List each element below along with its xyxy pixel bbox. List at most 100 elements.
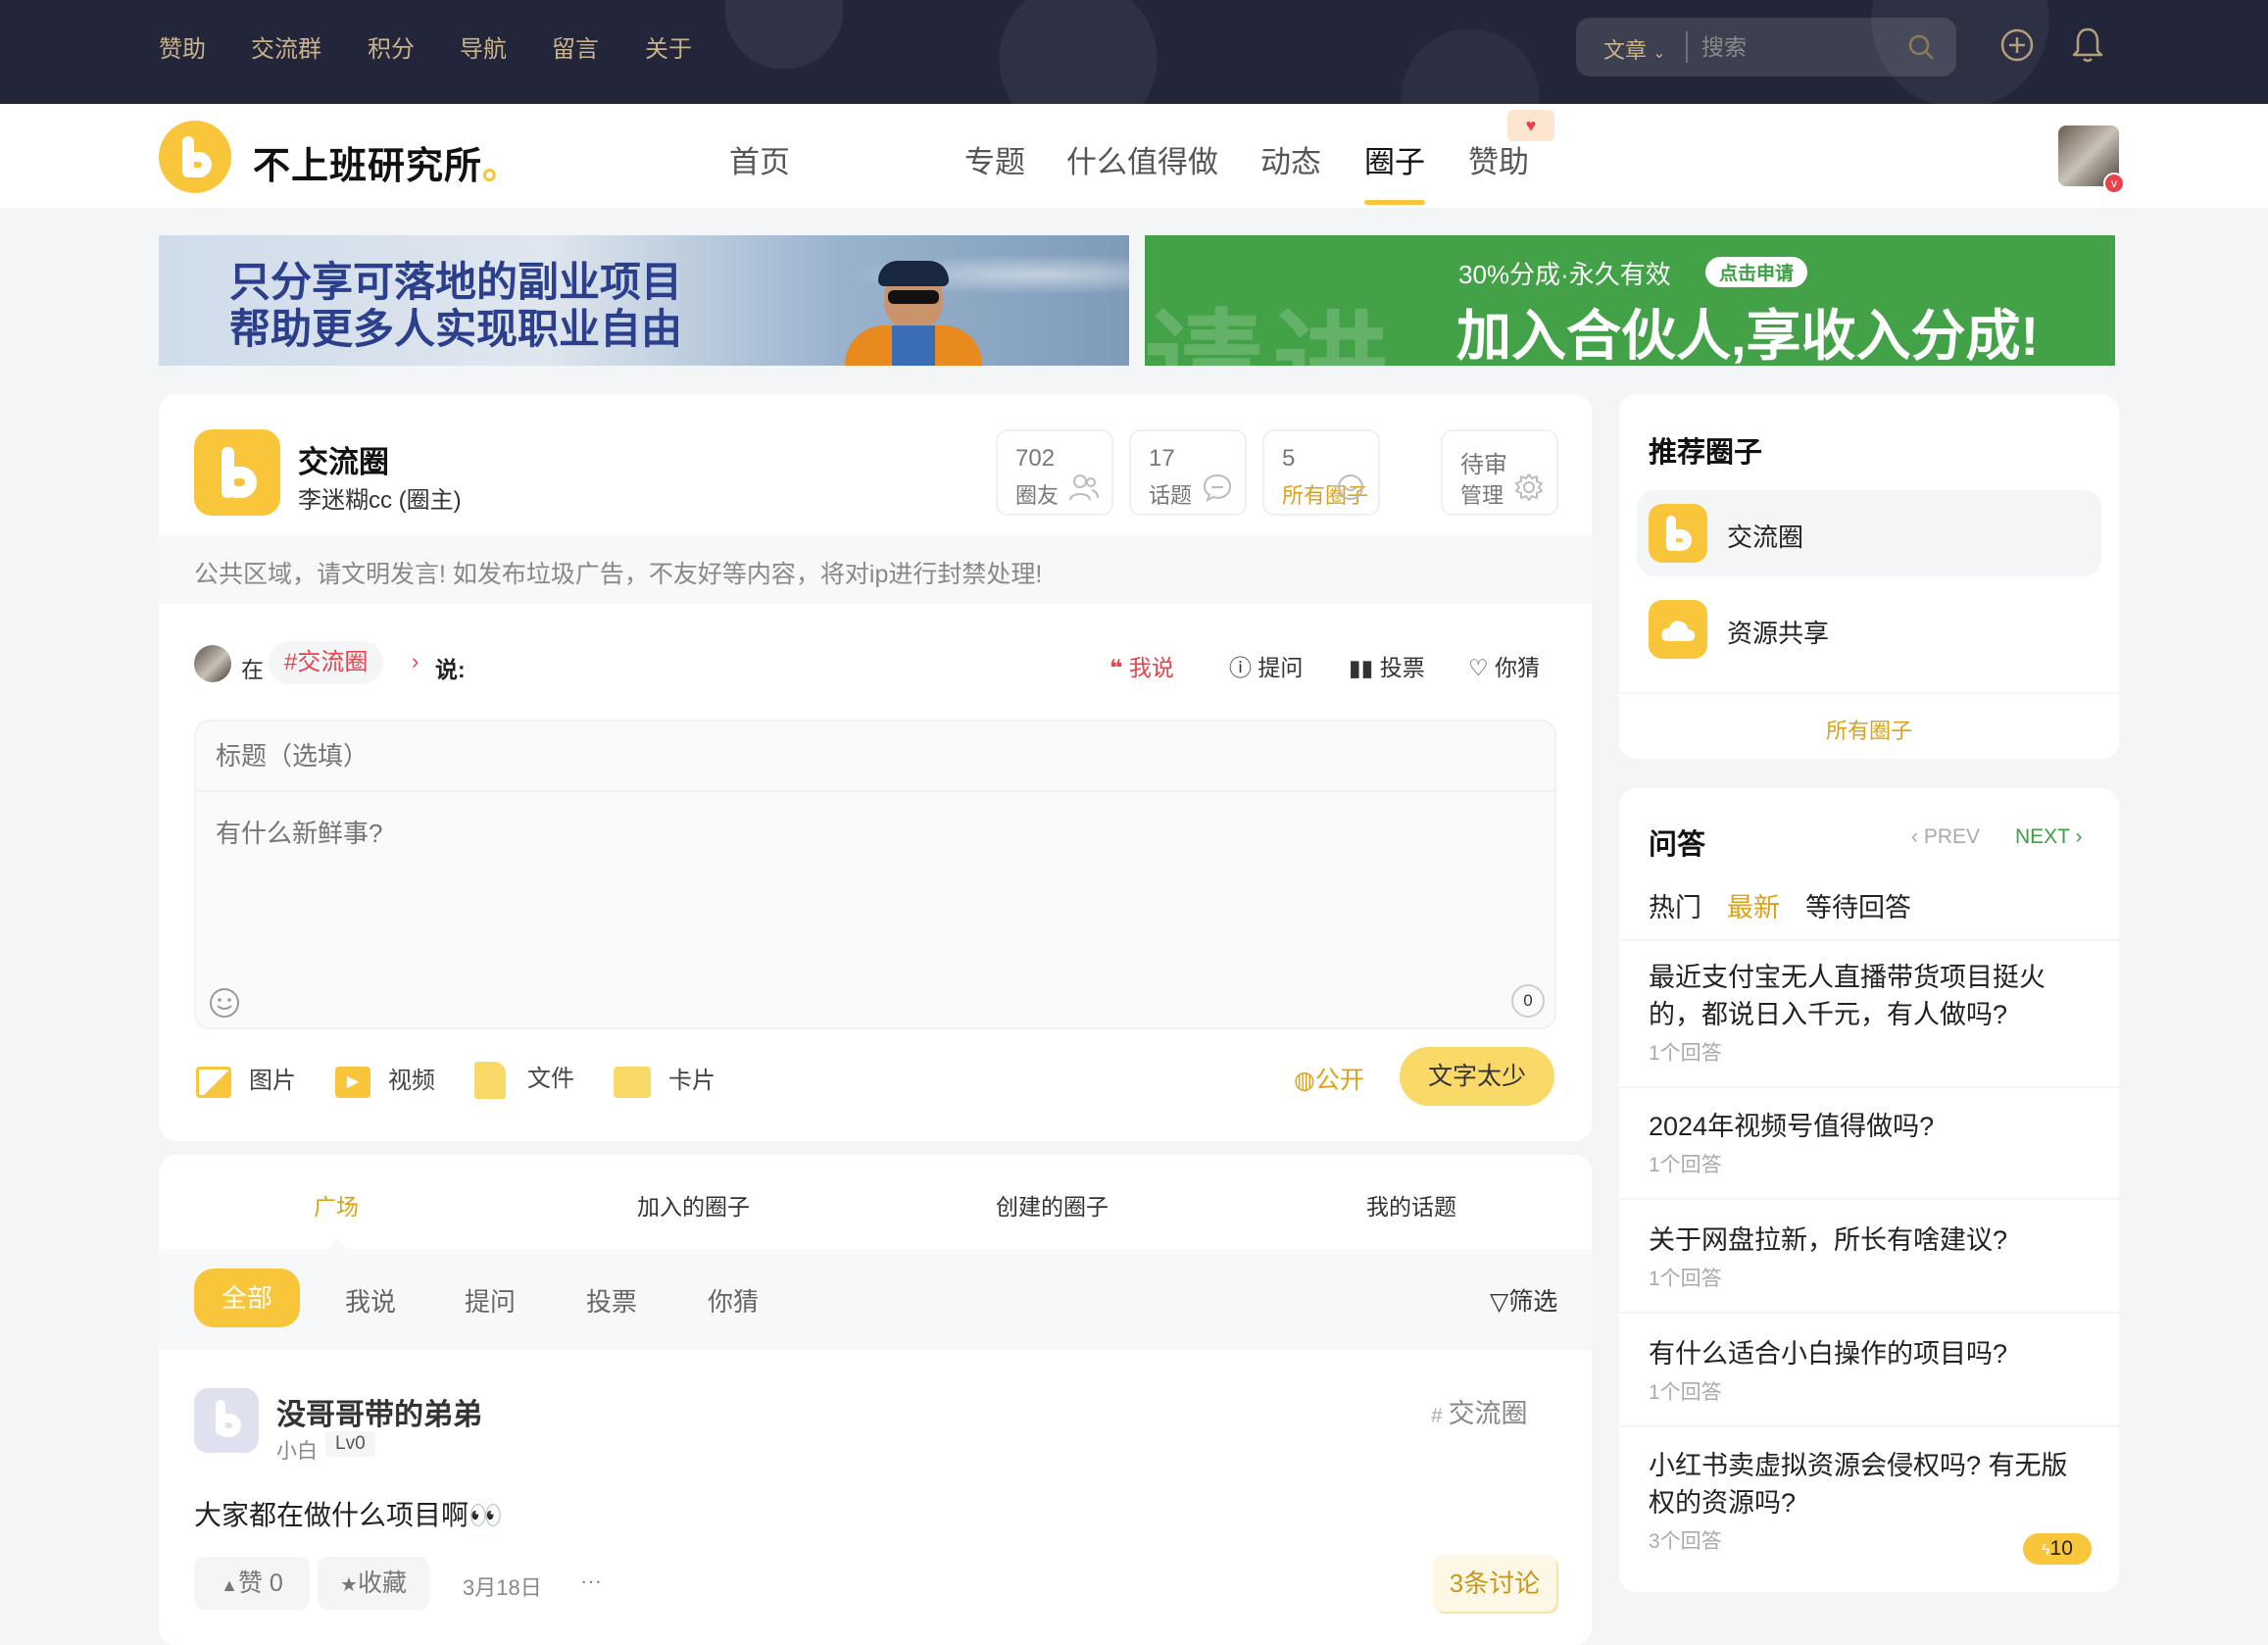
attach-video[interactable]: ▶ 视频 — [335, 1061, 435, 1098]
stat-all-circles[interactable]: 5 所有圈子 — [1262, 429, 1380, 516]
qa-item-2[interactable]: 2024年视频号值得做吗? 1个回答 — [1649, 1108, 2090, 1178]
logo-mark[interactable] — [159, 121, 231, 193]
lightning-icon: ϟ — [2042, 1542, 2050, 1559]
post-author-level: Lv0 — [325, 1431, 375, 1457]
qa-item-5[interactable]: 小红书卖虚拟资源会侵权吗? 有无版权的资源吗? 3个回答 — [1649, 1447, 2090, 1555]
bell-icon[interactable] — [2070, 25, 2105, 65]
post-author-name[interactable]: 没哥哥带的弟弟 — [276, 1390, 482, 1433]
filter-icon: ▽ — [1490, 1288, 1509, 1316]
post-author-avatar[interactable] — [194, 1388, 259, 1453]
composer-suffix: 说: — [435, 657, 466, 682]
nav-topics[interactable]: 专题 — [964, 137, 1025, 181]
recommend-circle-1[interactable]: 交流圈 — [1727, 518, 1803, 554]
plus-circle-icon[interactable] — [1999, 27, 2035, 63]
search-icon[interactable] — [1907, 33, 1935, 61]
post-circle-tag[interactable]: # 交流圈 — [1431, 1392, 1528, 1430]
circle-name: 交流圈 — [298, 445, 389, 479]
topnav-sponsor[interactable]: 赞助 — [159, 29, 206, 64]
attach-card[interactable]: 卡片 — [614, 1061, 715, 1098]
banner-partner[interactable]: 请进 30%分成·永久有效 点击申请 加入合伙人,享收入分成! — [1145, 235, 2115, 366]
filter-chip-ask[interactable]: 提问 — [465, 1282, 516, 1319]
qa-next[interactable]: NEXT › — [2015, 825, 2082, 849]
recommend-circle-2[interactable]: 资源共享 — [1727, 614, 1829, 650]
qa-tab-waiting[interactable]: 等待回答 — [1805, 886, 1911, 924]
topnav-message[interactable]: 留言 — [552, 29, 599, 64]
composer-body-input[interactable] — [196, 794, 1554, 971]
circle-owner[interactable]: 李迷糊cc (圈主) — [298, 480, 462, 515]
filter-chip-all[interactable]: 全部 — [194, 1269, 300, 1327]
more-icon[interactable]: ··· — [580, 1569, 602, 1594]
topnav-navigation[interactable]: 导航 — [460, 29, 507, 64]
chevron-down-icon: ⌄ — [1652, 45, 1666, 62]
circle-logo — [194, 429, 280, 516]
submit-button[interactable]: 文字太少 — [1400, 1047, 1554, 1106]
stat-members[interactable]: 702 圈友 — [996, 429, 1113, 516]
nav-dynamics[interactable]: 动态 — [1260, 137, 1321, 181]
banner-side-projects[interactable]: 只分享可落地的副业项目 帮助更多人实现职业自由 — [159, 235, 1129, 366]
feed-tab-my-topics[interactable]: 我的话题 — [1366, 1188, 1456, 1221]
composer-title-input[interactable] — [196, 722, 1554, 792]
active-tab-caret — [327, 1239, 347, 1249]
feed-tab-square[interactable]: 广场 — [314, 1188, 359, 1221]
qa-item-3[interactable]: 关于网盘拉新，所长有啥建议? 1个回答 — [1649, 1221, 2090, 1292]
users-icon — [1069, 474, 1099, 501]
post-favorite-button[interactable]: ★收藏 — [318, 1557, 429, 1610]
composer-avatar — [194, 645, 231, 682]
banner-left-text: 只分享可落地的副业项目 帮助更多人实现职业自由 — [229, 259, 683, 352]
composer-circle-tag[interactable]: #交流圈 — [269, 641, 384, 684]
visibility-toggle[interactable]: ◍公开 — [1294, 1061, 1364, 1096]
attach-image[interactable]: 图片 — [196, 1061, 296, 1098]
mode-say[interactable]: ❝ 我说 — [1109, 649, 1174, 682]
search-category-select[interactable]: 文章 ⌄ — [1603, 33, 1666, 65]
reward-badge: ϟ10 — [2023, 1533, 2092, 1565]
heart-pulse-icon: ♡ — [1468, 655, 1489, 680]
chat-bubble-icon — [1203, 474, 1232, 502]
banner-person-illustration — [845, 255, 982, 366]
composer-prefix: 在 — [241, 657, 264, 682]
nav-circle[interactable]: 圈子 — [1364, 137, 1425, 181]
emoji-icon[interactable] — [208, 986, 241, 1020]
filter-button[interactable]: ▽筛选 — [1490, 1282, 1557, 1318]
triangle-up-icon: ▲ — [221, 1575, 238, 1595]
filter-chip-say[interactable]: 我说 — [345, 1282, 396, 1319]
logo-text[interactable]: 不上班研究所。 — [253, 135, 520, 189]
nav-active-indicator — [1364, 200, 1425, 205]
heart-icon: ♥ — [1507, 110, 1554, 141]
nav-worth[interactable]: 什么值得做 — [1066, 137, 1218, 181]
globe-icon: ◍ — [1294, 1067, 1315, 1094]
feed-tab-created[interactable]: 创建的圈子 — [996, 1188, 1109, 1221]
hash-icon: # — [1431, 1405, 1449, 1427]
circle-chat-icon — [1338, 474, 1363, 500]
stat-manage[interactable]: 待审 管理 — [1441, 429, 1558, 516]
card-icon — [614, 1066, 651, 1098]
nav-sponsor[interactable]: 赞助 — [1468, 137, 1529, 181]
stat-topics[interactable]: 17 话题 — [1129, 429, 1247, 516]
image-icon — [196, 1066, 231, 1098]
qa-item-4[interactable]: 有什么适合小白操作的项目吗? 1个回答 — [1649, 1335, 2090, 1406]
mode-vote[interactable]: ▮▮ 投票 — [1349, 649, 1425, 682]
post-like-button[interactable]: ▲赞 0 — [194, 1557, 310, 1610]
search-input[interactable] — [1700, 27, 1896, 67]
topnav-about[interactable]: 关于 — [645, 29, 692, 64]
banner-right-big: 加入合伙人,享收入分成! — [1456, 305, 2040, 366]
qa-tab-latest[interactable]: 最新 — [1727, 886, 1780, 924]
qa-divider-4 — [1619, 1425, 2119, 1427]
feed-tab-joined[interactable]: 加入的圈子 — [637, 1188, 750, 1221]
banner-right-small: 30%分成·永久有效 — [1458, 260, 1671, 289]
filter-chip-guess[interactable]: 你猜 — [708, 1282, 759, 1319]
topnav-points[interactable]: 积分 — [368, 29, 415, 64]
qa-title: 问答 — [1649, 829, 1706, 861]
qa-tab-hot[interactable]: 热门 — [1649, 886, 1701, 924]
topnav-group[interactable]: 交流群 — [251, 29, 321, 64]
attach-file[interactable]: 文件 — [474, 1059, 574, 1099]
mode-ask[interactable]: ⓘ 提问 — [1229, 649, 1303, 682]
qa-prev[interactable]: ‹ PREV — [1911, 825, 1980, 849]
banner-bg-text: 请进 — [1145, 271, 1400, 366]
recommend-circle-logo-1 — [1649, 504, 1707, 563]
post-discuss-button[interactable]: 3条讨论 — [1433, 1555, 1556, 1612]
nav-home[interactable]: 首页 — [729, 137, 790, 181]
mode-guess[interactable]: ♡ 你猜 — [1468, 649, 1540, 682]
filter-chip-vote[interactable]: 投票 — [586, 1282, 637, 1319]
qa-item-1[interactable]: 最近支付宝无人直播带货项目挺火的，都说日入千元，有人做吗? 1个回答 — [1649, 959, 2090, 1067]
recommend-all-link[interactable]: 所有圈子 — [1619, 714, 2119, 745]
